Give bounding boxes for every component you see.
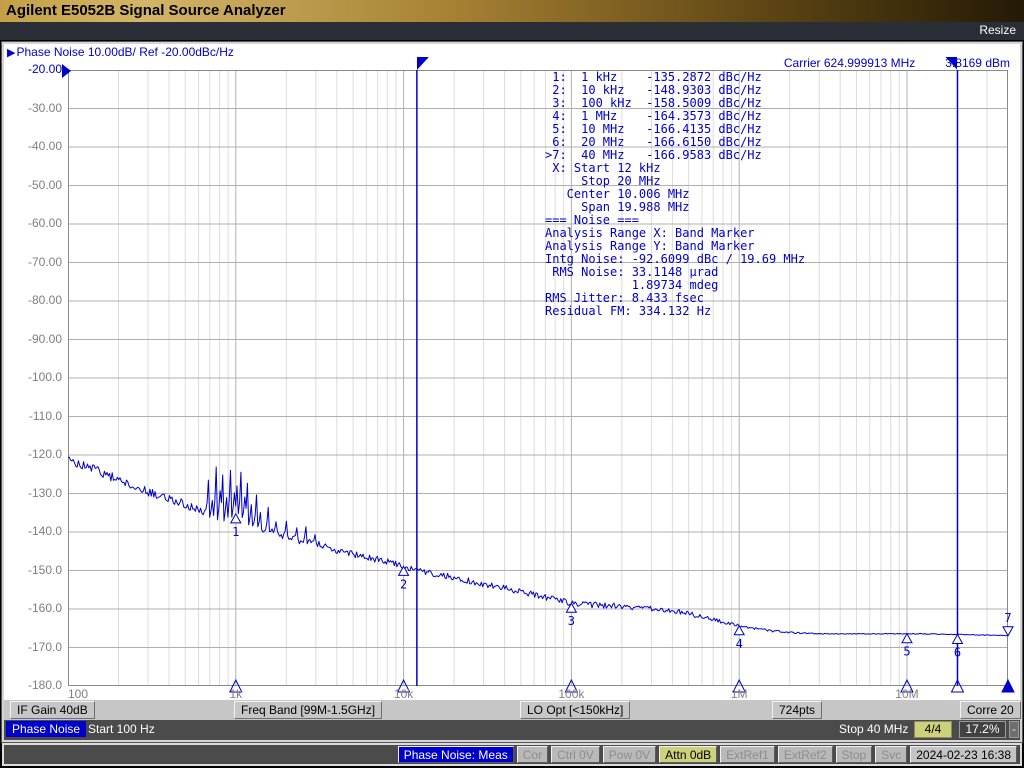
x-axis-label: 1k [229,687,243,701]
trace-scale-label: ▶Phase Noise 10.00dB/ Ref -20.00dBc/Hz [7,45,234,59]
y-axis-label: -70.00 [27,254,62,269]
trace-marker-label-4: 4 [736,637,743,651]
window-title: Agilent E5052B Signal Source Analyzer [0,0,1024,22]
axis-marker-indicator-6 [950,678,965,693]
trace-marker-6[interactable] [951,633,964,644]
correction-indicator: Corre 20 [960,701,1021,719]
trace-marker-5[interactable] [901,632,913,644]
mode-tab-phase-noise[interactable]: Phase Noise [6,721,87,737]
trace-marker-label-1: 1 [232,525,239,539]
trace-marker-label-5: 5 [903,645,910,659]
x-axis-label: 100 [68,687,89,701]
instrument-status-bar: Phase Noise: Meas Cor Ctrl 0V Pow 0V Att… [2,743,1022,766]
meas-status-button[interactable]: Phase Noise: Meas [397,746,514,763]
y-axis-label: -50.00 [27,177,62,192]
phase-noise-plot[interactable]: 1 2 3 4 5 6 7 [67,70,1014,686]
y-axis-label: -150.0 [27,562,62,577]
attenuator-button[interactable]: Attn 0dB [659,746,718,763]
setup-status-bar: IF Gain 40dB Freq Band [99M-1.5GHz] LO O… [4,700,1021,720]
y-axis-label: -90.00 [27,331,62,346]
trace-marker-label-6: 6 [954,645,961,659]
y-axis-label: -180.0 [27,678,62,692]
y-axis-label: -120.0 [27,447,62,461]
lo-opt-indicator: LO Opt [<150kHz] [520,701,631,719]
sweep-start-label: Start 100 Hz [88,722,155,736]
datetime-display: 2024-02-23 16:38 [910,746,1017,763]
y-axis-label: -110.0 [28,408,62,423]
y-axis-label: -30.00 [27,100,62,115]
carrier-readout: Carrier 624.999913 MHz 3.8169 dBm [784,56,1010,70]
reference-level-icon [62,64,71,78]
measurement-status-bar: Phase Noise Start 100 Hz Stop 40 MHz 4/4… [4,720,1020,740]
x-axis-label: 10M [895,687,919,701]
trace-marker-label-7: 7 [1004,611,1011,625]
x-axis-label: 100k [558,687,585,701]
trace-marker-label-2: 2 [400,577,407,591]
analyzer-screen: Agilent E5052B Signal Source Analyzer Re… [0,0,1024,768]
x-axis-label: 10k [393,687,414,701]
y-axis-label: -40.00 [27,139,62,153]
y-axis-label: -60.00 [27,216,62,230]
x-axis-label: 1M [730,687,748,701]
svc-button[interactable]: Svc [875,746,908,763]
extref2-button[interactable]: ExtRef2 [777,746,833,763]
y-axis-label: -160.0 [27,601,62,615]
carrier-frequency: Carrier 624.999913 MHz [783,56,916,70]
minimize-button[interactable]: - [1009,721,1019,738]
marker-readout-list: 1: 1 kHz -135.2872 dBc/Hz 2: 10 kHz -148… [545,70,806,318]
y-axis-label: -80.00 [27,293,62,307]
average-count-badge: 4/4 [914,721,952,738]
y-axis-label: -140.0 [27,524,62,538]
y-axis-label: -100.0 [27,370,62,384]
stop-button[interactable]: Stop [835,746,873,763]
ctrl-voltage-button[interactable]: Ctrl 0V [551,746,600,763]
extref1-button[interactable]: ExtRef1 [720,746,775,763]
y-axis-label: -170.0 [27,639,62,654]
power-voltage-button[interactable]: Pow 0V [602,746,657,763]
freq-band-indicator: Freq Band [99M-1.5GHz] [234,701,383,719]
if-gain-indicator: IF Gain 40dB [10,701,95,719]
sweep-stop-label: Stop 40 MHz [839,722,909,736]
cor-button[interactable]: Cor [516,746,549,763]
trace-marker-label-3: 3 [568,614,575,628]
points-indicator: 724pts [772,701,823,719]
y-axis-label: -20.00 [27,62,62,76]
sweep-progress-badge: 17.2% [959,721,1006,738]
resize-button[interactable]: Resize [979,23,1016,37]
active-trace-icon: ▶ [7,47,16,59]
y-axis-label: -130.0 [27,485,62,500]
menu-bar: Resize [0,22,1024,40]
trace-scale-text: Phase Noise 10.00dB/ Ref -20.00dBc/Hz [16,45,234,59]
